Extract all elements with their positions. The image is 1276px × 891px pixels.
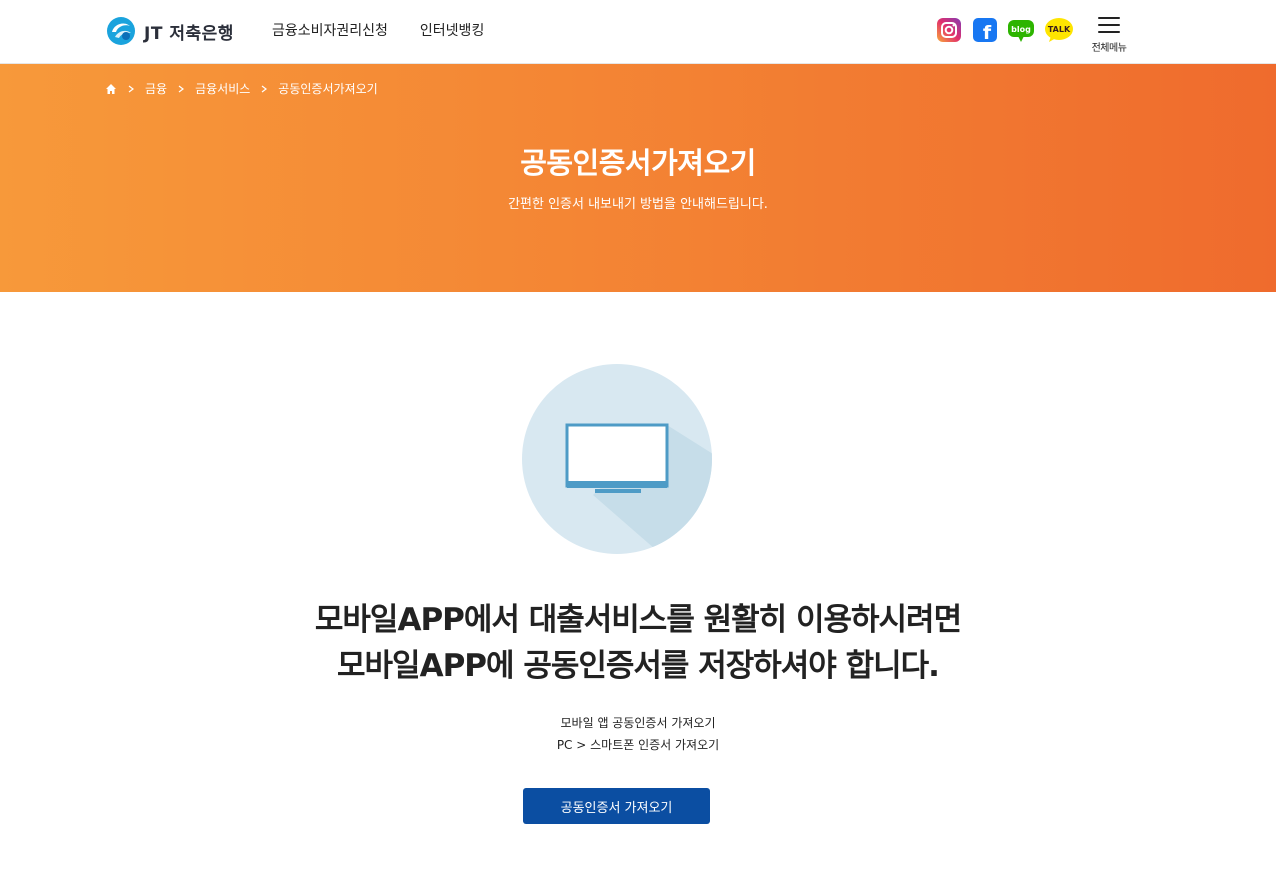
headline-line-1: 모바일APP에서 대출서비스를 원활히 이용하시려면 <box>314 602 962 638</box>
logo[interactable]: JT 저축은행 <box>106 17 234 45</box>
logo-mark-icon <box>107 17 135 45</box>
main-headline: 모바일APP에서 대출서비스를 원활히 이용하시려면 모바일APP에 공동인증서… <box>0 597 1276 689</box>
chevron-right-icon <box>128 85 134 92</box>
link-pc-to-smartphone[interactable]: PC > 스마트폰 인증서 가져오기 <box>0 734 1276 756</box>
social-links: f blog TALK <box>936 17 1074 43</box>
chevron-right-icon <box>178 85 185 92</box>
link-mobile-app-import[interactable]: 모바일 앱 공동인증서 가져오기 <box>0 712 1276 734</box>
instagram-icon[interactable] <box>936 17 962 43</box>
page-subtitle: 간편한 인증서 내보내기 방법을 안내해드립니다. <box>508 197 768 212</box>
headline-line-2: 모바일APP에 공동인증서를 저장하셔야 합니다. <box>337 648 940 684</box>
monitor-icon <box>522 364 712 554</box>
all-menu-label: 전체메뉴 <box>1091 43 1127 54</box>
blog-glyph: blog <box>1011 25 1031 34</box>
all-menu-button[interactable]: 전체메뉴 <box>1090 14 1128 54</box>
facebook-icon[interactable]: f <box>972 17 998 43</box>
page-title: 공동인증서가져오기 <box>520 146 756 180</box>
breadcrumb-item-finance-service[interactable]: 금융서비스 <box>195 80 250 97</box>
chevron-right-icon <box>261 85 268 92</box>
blog-icon[interactable]: blog <box>1008 17 1034 43</box>
breadcrumb: 금융 금융서비스 공동인증서가져오기 <box>105 80 378 97</box>
site-header: JT 저축은행 금융소비자권리신청 인터넷뱅킹 f blog TALK 전체메뉴 <box>0 0 1276 64</box>
home-icon[interactable] <box>105 83 117 95</box>
page-banner: 금융 금융서비스 공동인증서가져오기 공동인증서가져오기 간편한 인증서 내보내… <box>0 64 1276 292</box>
nav-internet-banking[interactable]: 인터넷뱅킹 <box>420 20 484 40</box>
logo-text: JT 저축은행 <box>144 23 234 44</box>
breadcrumb-item-current[interactable]: 공동인증서가져오기 <box>278 80 377 97</box>
guide-links: 모바일 앱 공동인증서 가져오기 PC > 스마트폰 인증서 가져오기 <box>0 712 1276 756</box>
kakaotalk-glyph: TALK <box>1048 25 1071 34</box>
facebook-glyph: f <box>983 22 992 43</box>
kakaotalk-icon[interactable]: TALK <box>1044 17 1074 43</box>
nav-consumer-rights[interactable]: 금융소비자권리신청 <box>272 20 388 40</box>
import-certificate-button[interactable]: 공동인증서 가져오기 <box>523 788 710 824</box>
main-nav: 금융소비자권리신청 인터넷뱅킹 <box>272 20 484 40</box>
breadcrumb-item-finance[interactable]: 금융 <box>145 80 167 97</box>
hamburger-icon <box>1098 17 1120 33</box>
